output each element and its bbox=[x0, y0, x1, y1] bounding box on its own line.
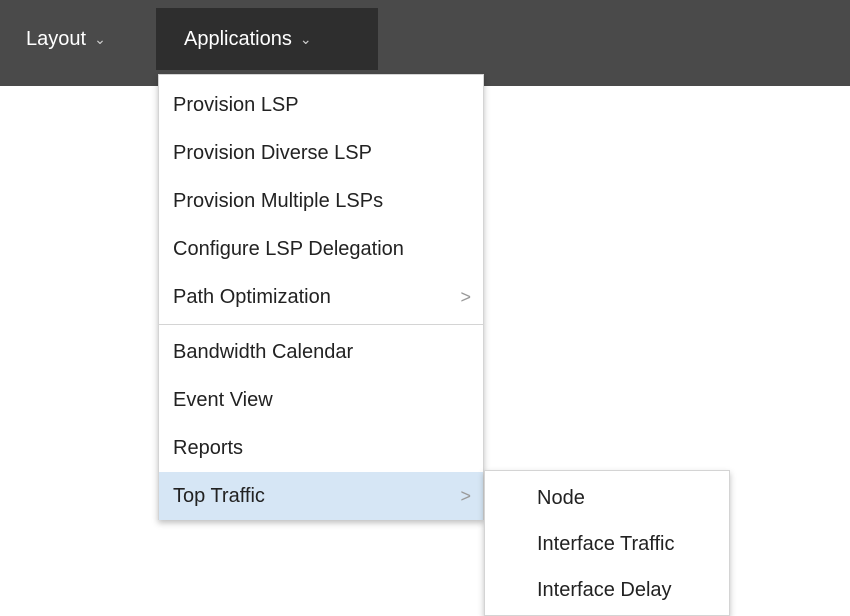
chevron-down-icon: ⌄ bbox=[299, 30, 312, 47]
menu-item-top-traffic[interactable]: Top Traffic > bbox=[159, 472, 483, 520]
submenu-item-label: Interface Traffic bbox=[537, 532, 675, 555]
top-traffic-submenu: Node Interface Traffic Interface Delay bbox=[484, 470, 730, 616]
menu-item-event-view[interactable]: Event View bbox=[159, 376, 483, 424]
submenu-item-label: Interface Delay bbox=[537, 578, 672, 601]
menu-item-label: Event View bbox=[173, 388, 273, 411]
submenu-item-node[interactable]: Node bbox=[485, 475, 729, 521]
chevron-right-icon: > bbox=[460, 485, 471, 506]
menu-item-configure-lsp-delegation[interactable]: Configure LSP Delegation bbox=[159, 225, 483, 273]
applications-menu[interactable]: Applications ⌄ bbox=[156, 8, 378, 70]
menu-item-label: Top Traffic bbox=[173, 484, 265, 507]
menu-item-label: Provision Diverse LSP bbox=[173, 141, 372, 164]
menu-item-label: Reports bbox=[173, 436, 244, 459]
submenu-item-interface-traffic[interactable]: Interface Traffic bbox=[485, 521, 729, 567]
submenu-item-label: Node bbox=[537, 486, 585, 509]
menu-item-label: Path Optimization bbox=[173, 285, 331, 308]
menu-divider bbox=[159, 324, 483, 325]
menu-item-provision-multiple-lsps[interactable]: Provision Multiple LSPs bbox=[159, 177, 483, 225]
menu-item-provision-diverse-lsp[interactable]: Provision Diverse LSP bbox=[159, 129, 483, 177]
menu-item-reports[interactable]: Reports bbox=[159, 424, 483, 472]
menu-item-label: Bandwidth Calendar bbox=[173, 340, 354, 363]
applications-menu-label: Applications bbox=[184, 27, 292, 50]
menu-item-label: Configure LSP Delegation bbox=[173, 237, 404, 260]
menu-item-label: Provision Multiple LSPs bbox=[173, 189, 384, 212]
menu-item-path-optimization[interactable]: Path Optimization > bbox=[159, 273, 483, 321]
layout-menu-label: Layout bbox=[26, 27, 87, 50]
menu-item-provision-lsp[interactable]: Provision LSP bbox=[159, 81, 483, 129]
layout-menu[interactable]: Layout ⌄ bbox=[0, 8, 154, 70]
menu-item-label: Provision LSP bbox=[173, 93, 299, 116]
menu-item-bandwidth-calendar[interactable]: Bandwidth Calendar bbox=[159, 328, 483, 376]
chevron-right-icon: > bbox=[460, 286, 471, 307]
chevron-down-icon: ⌄ bbox=[94, 30, 106, 47]
submenu-item-interface-delay[interactable]: Interface Delay bbox=[485, 567, 729, 613]
applications-dropdown: Provision LSP Provision Diverse LSP Prov… bbox=[158, 74, 484, 520]
